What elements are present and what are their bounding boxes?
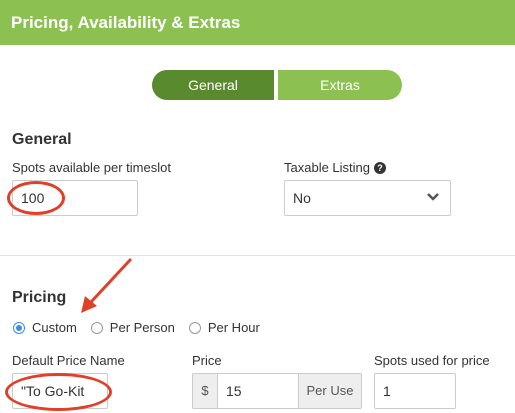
annotation-arrow — [81, 257, 133, 313]
